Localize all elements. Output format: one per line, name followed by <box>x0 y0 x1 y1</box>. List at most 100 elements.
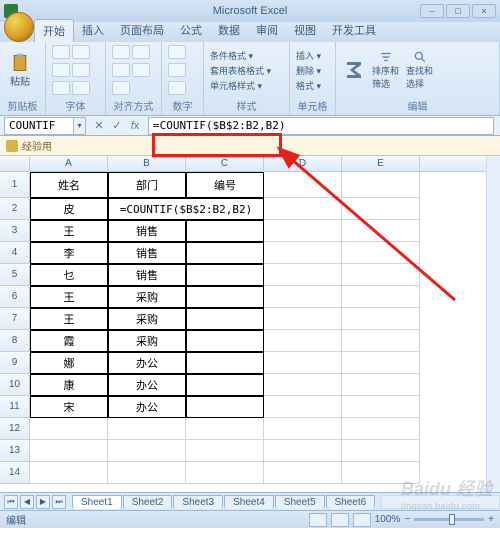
cell[interactable]: 李 <box>30 242 108 264</box>
cell[interactable] <box>342 462 420 484</box>
comma-button[interactable] <box>168 81 186 95</box>
cell[interactable]: 皮 <box>30 198 108 220</box>
cell[interactable] <box>186 330 264 352</box>
row-header[interactable]: 8 <box>0 330 30 352</box>
column-header-D[interactable]: D <box>264 156 342 171</box>
cell[interactable]: 王 <box>30 286 108 308</box>
underline-button[interactable] <box>52 63 70 77</box>
cell[interactable] <box>186 264 264 286</box>
cell[interactable] <box>342 440 420 462</box>
row-header[interactable]: 14 <box>0 462 30 484</box>
merge-button[interactable] <box>112 81 130 95</box>
cell[interactable]: 采购 <box>108 330 186 352</box>
row-header[interactable]: 12 <box>0 418 30 440</box>
tab-开发工具[interactable]: 开发工具 <box>324 19 384 42</box>
cell[interactable] <box>264 286 342 308</box>
tab-nav-prev[interactable]: ◀ <box>20 495 34 509</box>
cell[interactable] <box>108 462 186 484</box>
cell[interactable] <box>342 418 420 440</box>
cell[interactable] <box>264 220 342 242</box>
tab-开始[interactable]: 开始 <box>34 19 74 42</box>
tab-数据[interactable]: 数据 <box>210 19 248 42</box>
cell[interactable] <box>264 172 342 198</box>
cell[interactable]: 宋 <box>30 396 108 418</box>
cell[interactable] <box>186 462 264 484</box>
cell[interactable] <box>30 462 108 484</box>
border-button[interactable] <box>72 63 90 77</box>
accept-formula-button[interactable]: ✓ <box>108 118 126 134</box>
close-button[interactable]: × <box>472 4 496 18</box>
column-header-B[interactable]: B <box>108 156 186 171</box>
tab-nav-next[interactable]: ▶ <box>36 495 50 509</box>
select-all-corner[interactable] <box>0 156 30 171</box>
cell[interactable] <box>186 308 264 330</box>
cell[interactable] <box>342 172 420 198</box>
column-header-C[interactable]: C <box>186 156 264 171</box>
cell[interactable]: 销售 <box>108 242 186 264</box>
cancel-formula-button[interactable]: ✕ <box>90 118 108 134</box>
cell[interactable] <box>186 286 264 308</box>
worksheet[interactable]: ABCDE 1姓名部门编号2皮=COUNTIF($B$2:B2,B2)3王销售4… <box>0 156 500 492</box>
cell[interactable] <box>30 418 108 440</box>
cell[interactable]: 娜 <box>30 352 108 374</box>
cell[interactable] <box>342 220 420 242</box>
cell[interactable] <box>264 440 342 462</box>
office-button[interactable] <box>4 12 34 42</box>
sheet-tab-Sheet3[interactable]: Sheet3 <box>173 495 223 509</box>
cell[interactable] <box>186 396 264 418</box>
cell[interactable] <box>342 352 420 374</box>
tab-nav-last[interactable]: ⏭ <box>52 495 66 509</box>
row-header[interactable]: 2 <box>0 198 30 220</box>
zoom-level[interactable]: 100% <box>375 514 401 525</box>
column-header-E[interactable]: E <box>342 156 420 171</box>
zoom-in-button[interactable]: + <box>488 514 494 525</box>
sheet-tab-Sheet1[interactable]: Sheet1 <box>72 495 122 509</box>
font-color-button[interactable] <box>72 81 90 95</box>
tab-插入[interactable]: 插入 <box>74 19 112 42</box>
insert-cells-button[interactable]: 插入 ▾ <box>296 49 321 62</box>
wrap-text-button[interactable] <box>132 63 150 77</box>
sort-filter-button[interactable]: 排序和筛选 <box>372 50 400 90</box>
align-right-button[interactable] <box>112 63 130 77</box>
cell[interactable]: 王 <box>30 308 108 330</box>
tab-视图[interactable]: 视图 <box>286 19 324 42</box>
row-header[interactable]: 13 <box>0 440 30 462</box>
cell[interactable] <box>264 264 342 286</box>
percent-button[interactable] <box>168 63 186 77</box>
row-header[interactable]: 1 <box>0 172 30 198</box>
cell[interactable] <box>342 242 420 264</box>
horizontal-scrollbar[interactable] <box>381 495 500 509</box>
cell[interactable]: 采购 <box>108 286 186 308</box>
paste-button[interactable]: 粘贴 <box>6 50 34 90</box>
maximize-button[interactable]: □ <box>446 4 470 18</box>
cell[interactable] <box>30 440 108 462</box>
row-header[interactable]: 7 <box>0 308 30 330</box>
cell[interactable]: 乜 <box>30 264 108 286</box>
tab-nav-first[interactable]: ⏮ <box>4 495 18 509</box>
row-header[interactable]: 6 <box>0 286 30 308</box>
row-header[interactable]: 11 <box>0 396 30 418</box>
cell[interactable]: 姓名 <box>30 172 108 198</box>
cell[interactable]: 销售 <box>108 220 186 242</box>
minimize-button[interactable]: – <box>420 4 444 18</box>
sigma-icon[interactable] <box>342 58 366 82</box>
tab-公式[interactable]: 公式 <box>172 19 210 42</box>
row-header[interactable]: 9 <box>0 352 30 374</box>
cell[interactable] <box>264 308 342 330</box>
cell[interactable]: 霞 <box>30 330 108 352</box>
delete-cells-button[interactable]: 删除 ▾ <box>296 64 321 77</box>
cell[interactable] <box>108 418 186 440</box>
vertical-scrollbar[interactable] <box>486 156 500 492</box>
number-format-button[interactable] <box>168 45 186 59</box>
cell-styles-button[interactable]: 单元格样式 ▾ <box>210 79 271 92</box>
name-box-dropdown[interactable]: ▾ <box>74 117 86 135</box>
row-header[interactable]: 3 <box>0 220 30 242</box>
page-layout-view-button[interactable] <box>331 513 349 527</box>
cell[interactable]: 办公 <box>108 374 186 396</box>
cell[interactable] <box>342 330 420 352</box>
cell[interactable] <box>264 374 342 396</box>
sheet-tab-Sheet5[interactable]: Sheet5 <box>275 495 325 509</box>
cell[interactable]: 康 <box>30 374 108 396</box>
row-header[interactable]: 4 <box>0 242 30 264</box>
cell[interactable] <box>264 242 342 264</box>
